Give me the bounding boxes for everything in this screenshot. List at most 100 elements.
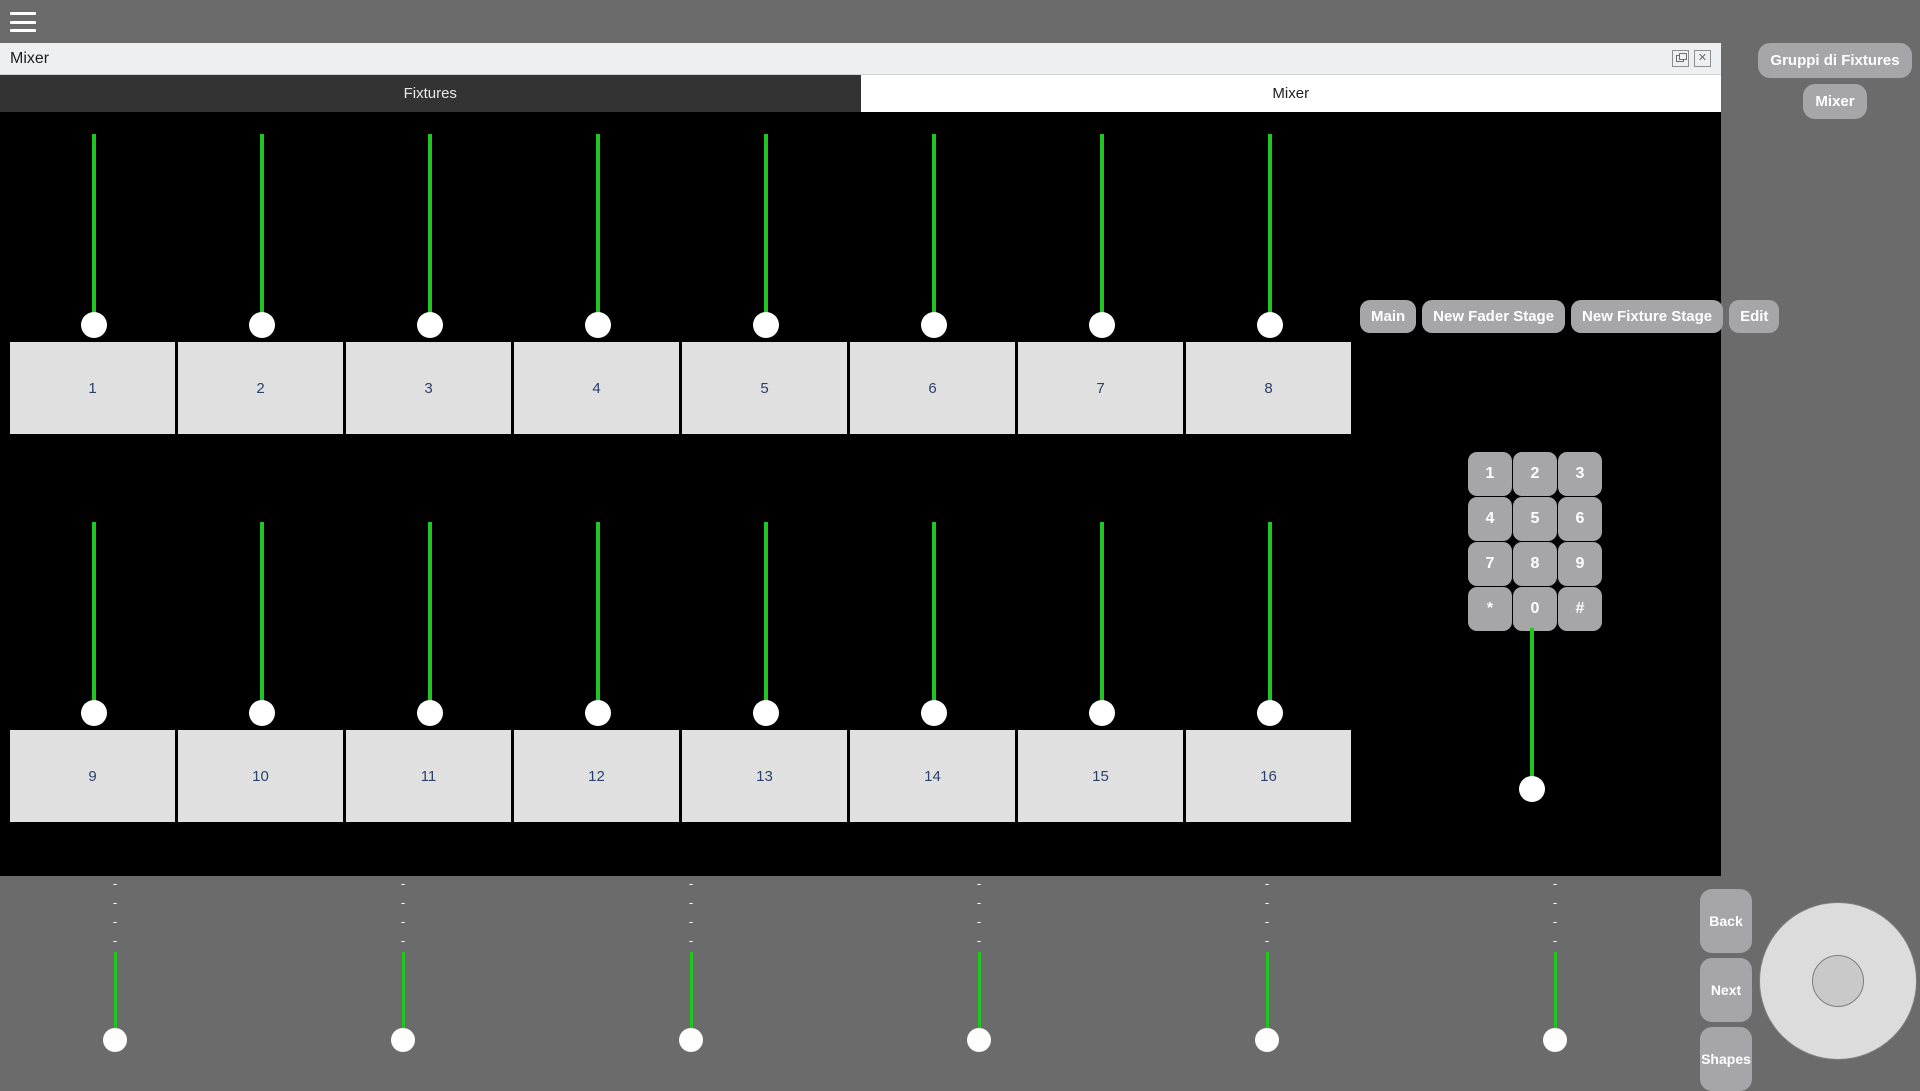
keypad-key-hash[interactable]: #: [1558, 587, 1602, 631]
fader-knob[interactable]: [1257, 700, 1283, 726]
restore-window-icon[interactable]: [1672, 50, 1689, 67]
main-button[interactable]: Main: [1360, 300, 1417, 333]
fader-track[interactable]: [1100, 522, 1104, 712]
tab-fixtures[interactable]: Fixtures: [0, 75, 861, 112]
fader-knob[interactable]: [249, 312, 275, 338]
bottom-fader-knob[interactable]: [103, 1028, 127, 1052]
bottom-fader-label: -: [1552, 895, 1558, 910]
keypad-key-6[interactable]: 6: [1558, 497, 1602, 541]
fader-knob[interactable]: [753, 700, 779, 726]
fader-track[interactable]: [932, 134, 936, 324]
bottom-fader-knob[interactable]: [1543, 1028, 1567, 1052]
back-button[interactable]: Back: [1700, 889, 1752, 953]
fader-knob[interactable]: [585, 700, 611, 726]
keypad-key-8[interactable]: 8: [1513, 542, 1557, 586]
keypad-key-2[interactable]: 2: [1513, 452, 1557, 496]
keypad-key-star[interactable]: *: [1468, 587, 1512, 631]
fixture-button[interactable]: 7: [1018, 342, 1183, 434]
fader-knob[interactable]: [81, 312, 107, 338]
fixture-button[interactable]: 2: [178, 342, 343, 434]
fixture-button[interactable]: 15: [1018, 730, 1183, 822]
fixture-button[interactable]: 9: [10, 730, 175, 822]
fader-track[interactable]: [1100, 134, 1104, 324]
shapes-button[interactable]: Shapes: [1700, 1027, 1752, 1091]
fixture-button[interactable]: 14: [850, 730, 1015, 822]
keypad-key-9[interactable]: 9: [1558, 542, 1602, 586]
bottom-fader-knob[interactable]: [1255, 1028, 1279, 1052]
fader-track[interactable]: [596, 134, 600, 324]
tab-mixer[interactable]: Mixer: [860, 75, 1721, 112]
bottom-action-buttons: Back Next Shapes: [1700, 889, 1752, 1091]
keypad-key-1[interactable]: 1: [1468, 452, 1512, 496]
fixture-button[interactable]: 12: [514, 730, 679, 822]
hamburger-bar: [10, 12, 36, 15]
fader-track[interactable]: [428, 522, 432, 712]
master-fader[interactable]: [1510, 628, 1554, 828]
fader-track[interactable]: [92, 134, 96, 324]
keypad-key-5[interactable]: 5: [1513, 497, 1557, 541]
fader-knob[interactable]: [1089, 700, 1115, 726]
master-fader-knob[interactable]: [1519, 776, 1545, 802]
fader-knob[interactable]: [1257, 312, 1283, 338]
next-button[interactable]: Next: [1700, 958, 1752, 1022]
fader-track[interactable]: [932, 522, 936, 712]
jog-wheel-hub[interactable]: [1812, 955, 1864, 1007]
fixture-button[interactable]: 16: [1186, 730, 1351, 822]
bottom-fader-label: -: [112, 876, 118, 891]
window-title: Mixer: [10, 50, 50, 67]
fader-track[interactable]: [764, 522, 768, 712]
fixture-button[interactable]: 10: [178, 730, 343, 822]
close-window-icon[interactable]: ✕: [1694, 50, 1711, 67]
jog-wheel[interactable]: [1759, 902, 1917, 1060]
sidebar-item-mixer[interactable]: Mixer: [1803, 84, 1867, 119]
bottom-fader-label: -: [1264, 895, 1270, 910]
fader-track[interactable]: [596, 522, 600, 712]
keypad-key-4[interactable]: 4: [1468, 497, 1512, 541]
fixture-button[interactable]: 8: [1186, 342, 1351, 434]
fader-knob[interactable]: [753, 312, 779, 338]
fader-knob[interactable]: [921, 700, 947, 726]
fader-knob[interactable]: [249, 700, 275, 726]
fixture-button[interactable]: 6: [850, 342, 1015, 434]
fixture-button[interactable]: 4: [514, 342, 679, 434]
fader-track[interactable]: [260, 134, 264, 324]
new-fader-stage-button[interactable]: New Fader Stage: [1422, 300, 1566, 333]
bottom-fader-channel: - - - -: [55, 876, 175, 1080]
fixture-button[interactable]: 3: [346, 342, 511, 434]
bottom-fader-labels: - - - -: [343, 877, 463, 947]
fixture-button[interactable]: 13: [682, 730, 847, 822]
hamburger-menu-icon[interactable]: [10, 12, 36, 32]
fixture-button[interactable]: 1: [10, 342, 175, 434]
fader-channel: 5: [682, 134, 850, 494]
bottom-fader-knob[interactable]: [967, 1028, 991, 1052]
fader-knob[interactable]: [1089, 312, 1115, 338]
restore-square-front: [1679, 53, 1687, 60]
fader-knob[interactable]: [417, 700, 443, 726]
fader-track[interactable]: [764, 134, 768, 324]
fader-knob[interactable]: [417, 312, 443, 338]
bottom-fader-label: -: [112, 933, 118, 948]
hamburger-bar: [10, 20, 36, 24]
fader-track[interactable]: [428, 134, 432, 324]
keypad-key-7[interactable]: 7: [1468, 542, 1512, 586]
fader-track[interactable]: [1268, 522, 1272, 712]
fixture-button[interactable]: 11: [346, 730, 511, 822]
keypad-key-0[interactable]: 0: [1513, 587, 1557, 631]
bottom-fader-channel: - - - -: [343, 876, 463, 1080]
new-fixture-stage-button[interactable]: New Fixture Stage: [1571, 300, 1724, 333]
bottom-fader-channel: - - - -: [1207, 876, 1327, 1080]
bottom-fader-knob[interactable]: [679, 1028, 703, 1052]
fader-channel: 12: [514, 522, 682, 882]
fixture-button[interactable]: 5: [682, 342, 847, 434]
fader-track[interactable]: [92, 522, 96, 712]
sidebar-item-gruppi-di-fixtures[interactable]: Gruppi di Fixtures: [1758, 43, 1912, 78]
bottom-fader-knob[interactable]: [391, 1028, 415, 1052]
fader-track[interactable]: [260, 522, 264, 712]
bottom-fader-label: -: [976, 876, 982, 891]
fader-knob[interactable]: [585, 312, 611, 338]
fader-knob[interactable]: [921, 312, 947, 338]
fader-track[interactable]: [1268, 134, 1272, 324]
keypad-key-3[interactable]: 3: [1558, 452, 1602, 496]
fader-knob[interactable]: [81, 700, 107, 726]
edit-button[interactable]: Edit: [1729, 300, 1780, 333]
